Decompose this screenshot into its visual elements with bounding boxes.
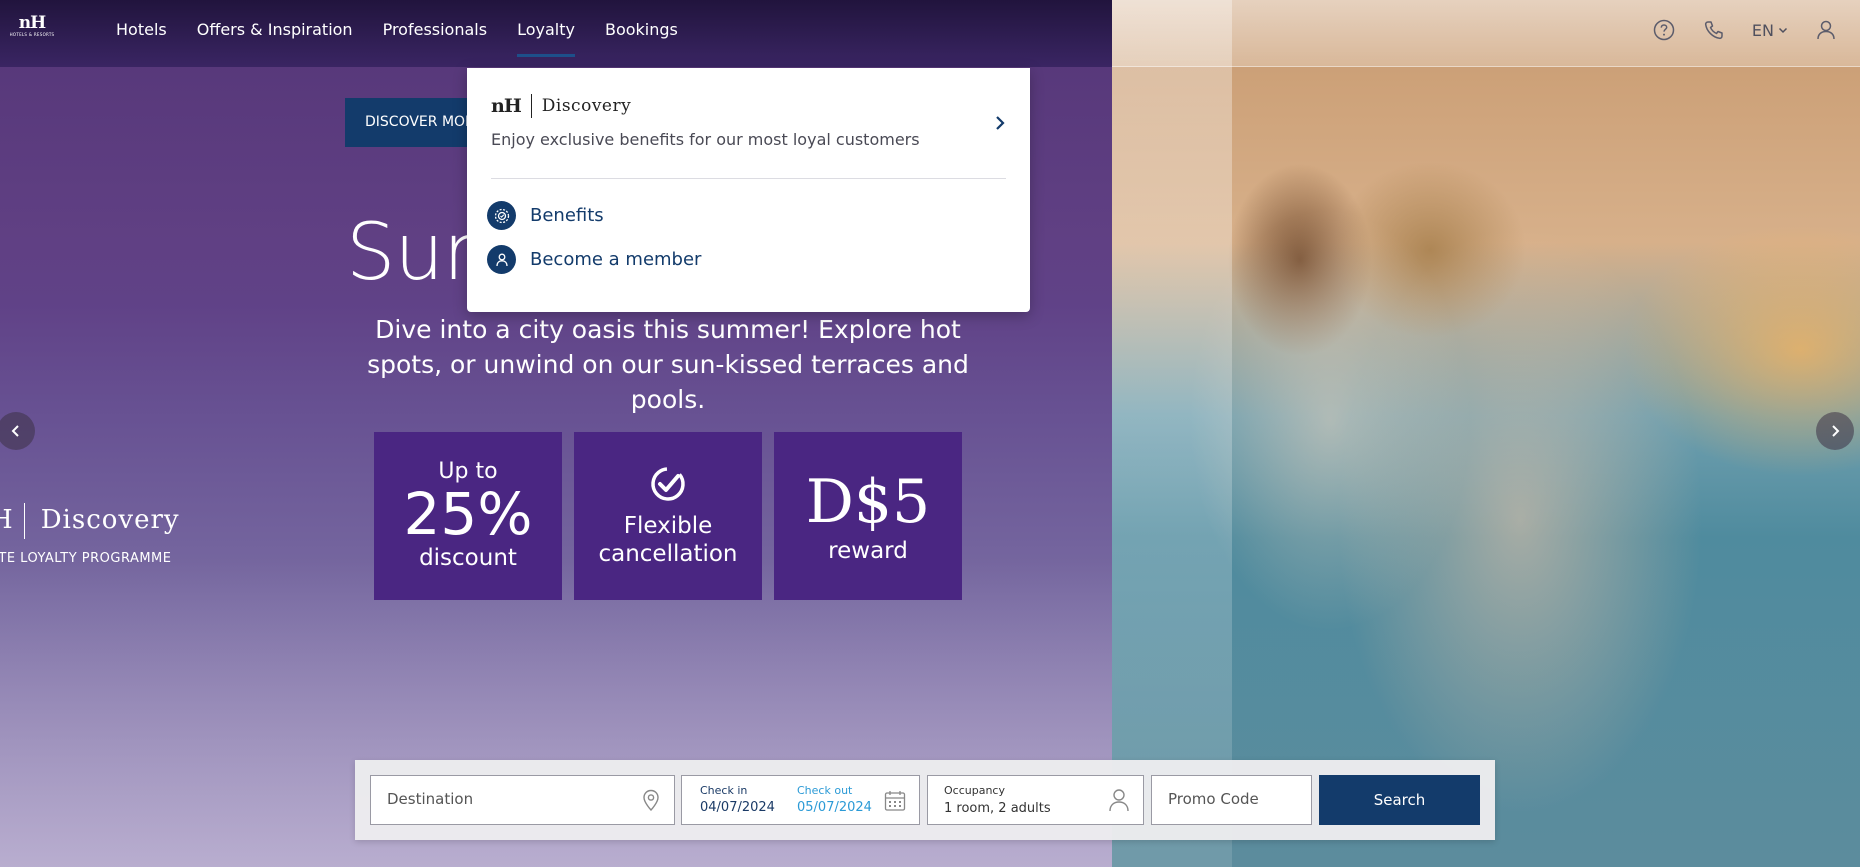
nav-offers[interactable]: Offers & Inspiration <box>197 20 353 39</box>
checkout-value: 05/07/2024 <box>797 800 872 815</box>
chevron-right-icon <box>1832 425 1840 437</box>
person-icon <box>1109 789 1129 812</box>
checkmark-circle-icon <box>651 467 685 501</box>
language-label: EN <box>1751 20 1774 40</box>
site-header: nH HOTELS & RESORTS Hotels Offers & Insp… <box>0 0 1860 67</box>
discovery-side-logo: H Discovery ATE LOYALTY PROGRAMME <box>0 503 180 566</box>
become-member-link[interactable]: Become a member <box>487 245 701 274</box>
feature-cancellation: Flexible cancellation <box>574 432 762 600</box>
nh-logo-subtext: HOTELS & RESORTS <box>9 32 55 37</box>
become-member-label: Become a member <box>530 249 702 270</box>
benefits-badge-icon <box>487 201 516 230</box>
discovery-logo-text: Discovery <box>541 96 632 116</box>
dropdown-description: Enjoy exclusive benefits for our most lo… <box>491 130 920 149</box>
feature-tiles: Up to 25% discount Flexible cancellation… <box>374 432 962 600</box>
loyalty-dropdown: nH Discovery Enjoy exclusive benefits fo… <box>467 68 1030 312</box>
calendar-icon <box>884 791 906 811</box>
chevron-right-icon[interactable] <box>990 113 1010 133</box>
destination-placeholder: Destination <box>387 790 474 808</box>
nav-loyalty[interactable]: Loyalty <box>517 20 575 57</box>
promo-code-field[interactable]: Promo Code <box>1151 775 1312 825</box>
discovery-side-name: Discovery <box>40 505 180 535</box>
help-icon[interactable] <box>1652 18 1676 42</box>
nh-logo[interactable]: nH HOTELS & RESORTS <box>4 14 60 42</box>
member-icon <box>487 245 516 274</box>
promo-code-placeholder: Promo Code <box>1168 790 1259 808</box>
carousel-next-button[interactable] <box>1816 412 1854 450</box>
nav-hotels[interactable]: Hotels <box>116 20 167 39</box>
search-button[interactable]: Search <box>1319 775 1480 825</box>
nav-professionals[interactable]: Professionals <box>383 20 488 39</box>
destination-field[interactable]: Destination <box>370 775 675 825</box>
user-icon[interactable] <box>1814 18 1838 42</box>
discovery-side-brand: H Discovery <box>0 503 180 539</box>
feature-reward: D$5 reward <box>774 432 962 600</box>
chevron-left-icon <box>11 425 19 437</box>
header-utilities: EN <box>1652 16 1838 44</box>
checkin-field[interactable]: Check in 04/07/2024 <box>700 784 775 815</box>
booking-bar: Destination Check in 04/07/2024 Check ou… <box>355 760 1495 840</box>
discovery-logo: nH Discovery <box>491 94 631 118</box>
dropdown-divider <box>491 178 1006 179</box>
checkout-label: Check out <box>797 784 853 797</box>
nav-bookings[interactable]: Bookings <box>605 20 678 39</box>
occupancy-value: 1 room, 2 adults <box>944 801 1051 816</box>
main-nav: Hotels Offers & Inspiration Professional… <box>116 0 708 58</box>
occupancy-field[interactable]: Occupancy 1 room, 2 adults <box>927 775 1144 825</box>
chevron-down-icon <box>1778 27 1788 34</box>
discovery-program-link[interactable]: nH Discovery <box>491 94 631 118</box>
benefits-label: Benefits <box>530 205 604 226</box>
feature-reward-label: reward <box>828 538 908 564</box>
discover-more-button[interactable]: DISCOVER MORE <box>345 98 475 147</box>
nh-logo-text: nH <box>18 13 46 33</box>
occupancy-label: Occupancy <box>944 784 1005 797</box>
feature-discount-value: 25% <box>403 480 533 548</box>
discovery-logo-nh: nH <box>491 95 522 117</box>
hero-light-strip <box>1112 0 1232 867</box>
feature-discount: Up to 25% discount <box>374 432 562 600</box>
discovery-side-tagline: ATE LOYALTY PROGRAMME <box>0 551 172 566</box>
feature-cancellation-line2: cancellation <box>598 541 738 567</box>
feature-discount-label: discount <box>419 545 517 571</box>
checkout-field[interactable]: Check out 05/07/2024 <box>797 784 872 815</box>
checkin-label: Check in <box>700 784 748 797</box>
dates-field[interactable]: Check in 04/07/2024 Check out 05/07/2024 <box>681 775 920 825</box>
hero-subtitle: Dive into a city oasis this summer! Expl… <box>367 315 969 414</box>
language-selector[interactable]: EN <box>1752 21 1788 40</box>
benefits-link[interactable]: Benefits <box>487 201 604 230</box>
location-pin-icon <box>643 789 659 812</box>
feature-reward-value: D$5 <box>805 467 931 537</box>
checkin-value: 04/07/2024 <box>700 800 775 815</box>
feature-cancellation-line1: Flexible <box>623 513 713 539</box>
discovery-side-nh: H <box>0 505 14 535</box>
phone-icon[interactable] <box>1702 18 1726 42</box>
